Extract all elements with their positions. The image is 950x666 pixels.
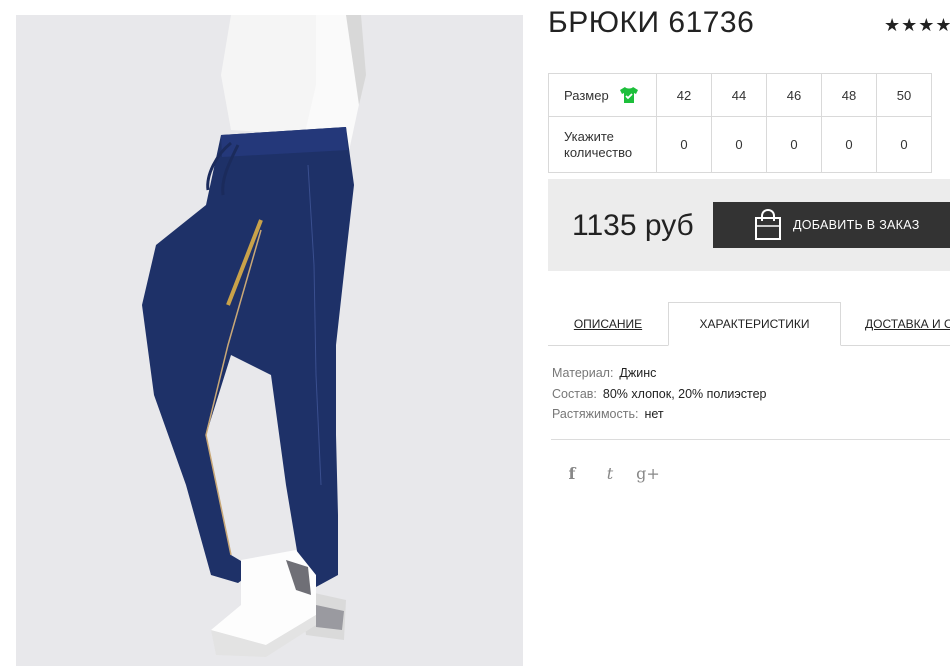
property-row: Состав: 80% хлопок, 20% полиэстер bbox=[552, 384, 766, 405]
add-to-order-button[interactable]: ДОБАВИТЬ В ЗАКАЗ bbox=[713, 202, 950, 248]
size-quantity-table: Размер 42 44 46 48 50 Укажите количество… bbox=[548, 73, 932, 173]
quantity-input[interactable]: 0 bbox=[711, 116, 767, 173]
facebook-icon[interactable]: f bbox=[562, 462, 582, 484]
size-label-cell: Размер bbox=[548, 73, 657, 117]
property-value: 80% хлопок, 20% полиэстер bbox=[602, 386, 767, 401]
size-option[interactable]: 46 bbox=[766, 73, 822, 117]
quantity-label: Укажите количество bbox=[548, 116, 657, 173]
property-key: Растяжимость: bbox=[552, 407, 639, 421]
quantity-input[interactable]: 0 bbox=[766, 116, 822, 173]
property-value: Джинс bbox=[619, 366, 657, 380]
product-image[interactable] bbox=[16, 15, 523, 666]
tab-characteristics[interactable]: ХАРАКТЕРИСТИКИ bbox=[668, 302, 841, 346]
size-label: Размер bbox=[564, 87, 609, 103]
tab-description[interactable]: ОПИСАНИЕ bbox=[548, 302, 668, 346]
size-option[interactable]: 44 bbox=[711, 73, 767, 117]
social-share: f t g+ bbox=[562, 462, 660, 484]
quantity-row: Укажите количество 0 0 0 0 0 bbox=[548, 116, 932, 173]
characteristics-list: Материал: Джинс Состав: 80% хлопок, 20% по… bbox=[552, 363, 766, 425]
size-option[interactable]: 42 bbox=[656, 73, 712, 117]
quantity-input[interactable]: 0 bbox=[876, 116, 932, 173]
tab-delivery[interactable]: ДОСТАВКА И О bbox=[841, 302, 950, 346]
property-row: Растяжимость: нет bbox=[552, 404, 766, 425]
product-tabs: ОПИСАНИЕ ХАРАКТЕРИСТИКИ ДОСТАВКА И О bbox=[548, 302, 950, 346]
product-title: БРЮКИ 61736 bbox=[548, 6, 755, 39]
size-row: Размер 42 44 46 48 50 bbox=[548, 73, 932, 117]
twitter-icon[interactable]: t bbox=[600, 462, 620, 484]
quantity-input[interactable]: 0 bbox=[821, 116, 877, 173]
quantity-input[interactable]: 0 bbox=[656, 116, 712, 173]
shopping-bag-icon bbox=[755, 209, 781, 240]
section-divider bbox=[551, 439, 950, 440]
property-value: нет bbox=[644, 407, 664, 421]
property-key: Материал: bbox=[552, 366, 614, 380]
tshirt-size-chart-icon[interactable] bbox=[619, 86, 639, 104]
purchase-box: 1135 руб ДОБАВИТЬ В ЗАКАЗ bbox=[548, 179, 950, 271]
google-plus-icon[interactable]: g+ bbox=[636, 462, 660, 484]
model-jeans-illustration bbox=[16, 15, 523, 666]
property-row: Материал: Джинс bbox=[552, 363, 766, 384]
product-price: 1135 руб bbox=[572, 209, 694, 242]
add-to-order-label: ДОБАВИТЬ В ЗАКАЗ bbox=[793, 218, 920, 232]
size-option[interactable]: 48 bbox=[821, 73, 877, 117]
rating-stars[interactable]: ★★★★ bbox=[884, 15, 950, 36]
property-key: Состав: bbox=[552, 386, 597, 401]
size-option[interactable]: 50 bbox=[876, 73, 932, 117]
